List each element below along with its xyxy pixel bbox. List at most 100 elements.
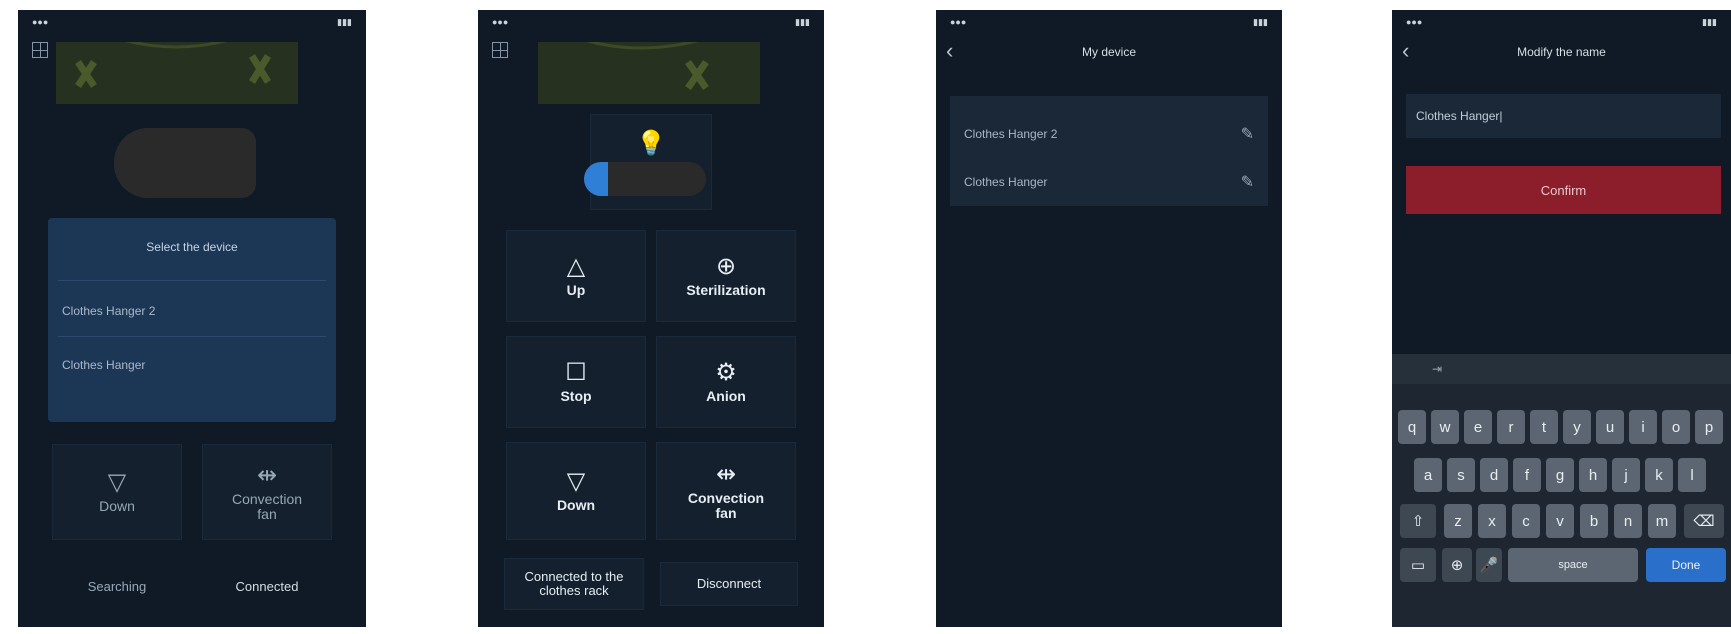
back-chevron-icon[interactable]: ‹ [1402, 38, 1409, 64]
convection-fan-label: Convection fan [231, 490, 303, 522]
key-p[interactable]: p [1695, 410, 1723, 444]
key-e[interactable]: e [1464, 410, 1492, 444]
square-stop-icon: ☐ [565, 359, 587, 387]
sterilization-label: Sterilization [686, 282, 766, 299]
up-button[interactable]: △ Up [506, 230, 646, 322]
confirm-button[interactable]: Confirm [1406, 166, 1721, 214]
key-u[interactable]: u [1596, 410, 1624, 444]
status-bar: ●●● ▮▮▮ [492, 16, 810, 28]
divider [58, 280, 326, 281]
device-name-input-value: Clothes Hanger| [1416, 109, 1503, 123]
key-c[interactable]: c [1512, 504, 1540, 538]
down-button[interactable]: ▽ Down [506, 442, 646, 540]
anion-icon: ⚙ [715, 359, 737, 387]
searching-status: Searching [87, 579, 147, 595]
device-name: Clothes Hanger 2 [964, 127, 1058, 141]
key-j[interactable]: j [1612, 458, 1640, 492]
key-i[interactable]: i [1629, 410, 1657, 444]
device-status-graphic [114, 128, 256, 198]
device-row-hanger[interactable]: Clothes Hanger ✎ [950, 158, 1268, 206]
triangle-down-icon: ▽ [566, 468, 586, 496]
key-v[interactable]: v [1546, 504, 1574, 538]
anion-label: Anion [706, 388, 746, 405]
anion-button[interactable]: ⚙ Anion [656, 336, 796, 428]
stop-button[interactable]: ☐ Stop [506, 336, 646, 428]
slider-thumb[interactable] [584, 162, 608, 196]
convection-fan-button[interactable]: ⇹ Convection fan [656, 442, 796, 540]
pencil-edit-icon[interactable]: ✎ [1241, 172, 1254, 192]
confirm-label: Confirm [1540, 182, 1587, 198]
key-n[interactable]: n [1614, 504, 1642, 538]
key-w[interactable]: w [1431, 410, 1459, 444]
convection-fan-button[interactable]: ⇹ Convection fan [202, 444, 332, 540]
connection-status-label: Connected to the clothes rack [524, 569, 624, 598]
key-k[interactable]: k [1645, 458, 1673, 492]
device-name: Clothes Hanger [964, 175, 1048, 189]
up-label: Up [566, 282, 586, 299]
page-title: Modify the name [1517, 45, 1606, 59]
done-key[interactable]: Done [1646, 548, 1726, 582]
key-a[interactable]: a [1414, 458, 1442, 492]
key-z[interactable]: z [1444, 504, 1472, 538]
pencil-edit-icon[interactable]: ✎ [1241, 124, 1254, 144]
key-b[interactable]: b [1580, 504, 1608, 538]
keyboard-toolbar: ⇥ [1392, 354, 1731, 384]
brand-logo [538, 42, 760, 104]
phone-screen-my-device: ●●● ▮▮▮ ‹ My device Clothes Hanger 2 ✎ Cl… [936, 10, 1282, 627]
key-d[interactable]: d [1480, 458, 1508, 492]
key-f[interactable]: f [1513, 458, 1541, 492]
key-m[interactable]: m [1648, 504, 1676, 538]
device-row-hanger-2[interactable]: Clothes Hanger 2 ✎ [950, 110, 1268, 158]
connected-status: Connected [235, 579, 299, 595]
key-x[interactable]: x [1478, 504, 1506, 538]
key-y[interactable]: y [1563, 410, 1591, 444]
device-option-hanger[interactable]: Clothes Hanger [62, 358, 145, 372]
phone-screen-select-device: ●●● ▮▮▮ Select the device Clothes Hanger … [18, 10, 366, 627]
disconnect-label: Disconnect [696, 576, 762, 592]
status-bar: ●●● ▮▮▮ [950, 16, 1268, 28]
triangle-up-icon: △ [566, 253, 586, 281]
key-t[interactable]: t [1530, 410, 1558, 444]
dialog-title: Select the device [146, 240, 238, 254]
divider [58, 336, 326, 337]
device-option-hanger-2[interactable]: Clothes Hanger 2 [62, 304, 155, 318]
globe-key[interactable]: ⊕ [1442, 548, 1472, 582]
microphone-key[interactable]: 🎤 [1476, 548, 1502, 582]
key-h[interactable]: h [1579, 458, 1607, 492]
lightbulb-icon[interactable]: 💡 [636, 131, 666, 156]
down-label: Down [99, 498, 135, 515]
connection-status: Connected to the clothes rack [504, 558, 644, 610]
brand-logo [56, 42, 298, 104]
nav-bar: ‹ My device [936, 34, 1282, 70]
sterilization-button[interactable]: ⊕ Sterilization [656, 230, 796, 322]
shift-key[interactable]: ⇧ [1400, 504, 1436, 538]
keyboard-switch-key[interactable]: ▭ [1400, 548, 1436, 582]
key-g[interactable]: g [1546, 458, 1574, 492]
light-slider[interactable] [584, 162, 706, 196]
menu-grid-icon[interactable] [32, 42, 48, 58]
fan-icon: ⇹ [256, 461, 278, 489]
backspace-key[interactable]: ⌫ [1684, 504, 1724, 538]
key-l[interactable]: l [1678, 458, 1706, 492]
stop-label: Stop [560, 388, 592, 405]
space-key[interactable]: space [1508, 548, 1638, 582]
on-screen-keyboard: ⇥ qwertyuiop asdfghjkl zxcvbnm ⇧ ⌫ ▭ ⊕ 🎤… [1392, 354, 1731, 627]
target-icon: ⊕ [715, 253, 737, 281]
page-title: My device [1081, 45, 1137, 59]
down-button[interactable]: ▽ Down [52, 444, 182, 540]
back-chevron-icon[interactable]: ‹ [946, 38, 953, 64]
status-bar: ●●● ▮▮▮ [32, 16, 352, 28]
key-r[interactable]: r [1497, 410, 1525, 444]
key-q[interactable]: q [1398, 410, 1426, 444]
key-o[interactable]: o [1662, 410, 1690, 444]
menu-grid-icon[interactable] [492, 42, 508, 58]
convection-fan-label: Convection fan [687, 489, 765, 521]
device-name-input[interactable]: Clothes Hanger| [1406, 94, 1721, 138]
status-bar: ●●● ▮▮▮ [1406, 16, 1717, 28]
phone-screen-controls: ●●● ▮▮▮ 💡 △ Up ⊕ Sterilization ☐ Stop ⚙ A… [478, 10, 824, 627]
key-s[interactable]: s [1447, 458, 1475, 492]
triangle-down-icon: ▽ [107, 469, 127, 497]
phone-screen-modify-name: ●●● ▮▮▮ ‹ Modify the name Clothes Hanger|… [1392, 10, 1731, 627]
disconnect-button[interactable]: Disconnect [660, 562, 798, 606]
select-device-dialog: Select the device Clothes Hanger 2 Cloth… [48, 218, 336, 422]
